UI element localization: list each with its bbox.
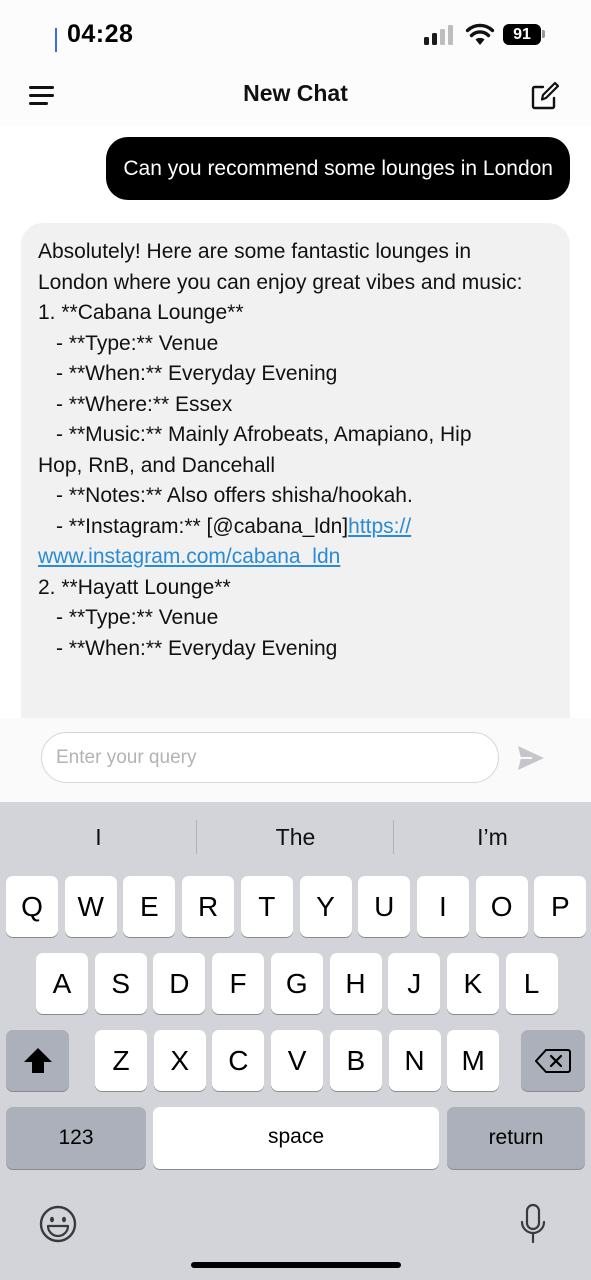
key-i[interactable]: I — [416, 876, 469, 937]
emoji-icon[interactable] — [39, 1205, 77, 1243]
key-h[interactable]: H — [329, 953, 382, 1014]
key-m[interactable]: M — [447, 1030, 500, 1091]
key-f[interactable]: F — [212, 953, 265, 1014]
key-n[interactable]: N — [388, 1030, 441, 1091]
query-input[interactable] — [41, 732, 499, 783]
message-line: - **Instagram:** [@cabana_ldn]https:// — [38, 512, 558, 543]
key-y[interactable]: Y — [299, 876, 352, 937]
key-g[interactable]: G — [270, 953, 323, 1014]
instagram-link[interactable]: www.instagram.com/cabana_ldn — [38, 545, 340, 568]
assistant-message-bubble: Absolutely! Here are some fantastic loun… — [21, 223, 570, 718]
chat-messages[interactable]: Can you recommend some lounges in London… — [0, 126, 591, 718]
battery-nub — [542, 30, 545, 38]
page-title: New Chat — [243, 80, 348, 106]
key-w[interactable]: W — [64, 876, 117, 937]
key-k[interactable]: K — [446, 953, 499, 1014]
text-caret — [55, 28, 57, 52]
space-key[interactable]: space — [153, 1107, 439, 1169]
message-line: 1. **Cabana Lounge** — [38, 301, 244, 324]
message-line: Hop, RnB, and Dancehall — [38, 453, 275, 477]
microphone-icon[interactable] — [519, 1203, 547, 1245]
app-header: New Chat — [0, 66, 591, 126]
message-line: - **Type:** Venue — [56, 606, 219, 629]
instagram-text: - **Instagram:** [@cabana_ldn] — [56, 514, 349, 538]
shift-key[interactable] — [6, 1030, 69, 1091]
key-a[interactable]: A — [36, 953, 88, 1014]
send-icon[interactable] — [516, 744, 546, 772]
user-message-bubble: Can you recommend some lounges in London — [106, 137, 570, 200]
compose-icon[interactable] — [529, 80, 561, 112]
key-j[interactable]: J — [388, 953, 441, 1014]
wifi-icon — [465, 23, 495, 45]
composer-bar — [0, 718, 591, 802]
message-line: London where you can enjoy great vibes a… — [38, 270, 523, 294]
on-screen-keyboard: I The I’m QWERTYUIOP ASDFGHJKL ZXCVBNM 1… — [0, 802, 591, 1280]
key-z[interactable]: Z — [95, 1030, 147, 1091]
key-e[interactable]: E — [123, 876, 176, 937]
message-line: Absolutely! Here are some fantastic loun… — [38, 240, 472, 263]
message-line: 2. **Hayatt Lounge** — [38, 575, 231, 599]
suggestion-2[interactable]: The — [197, 802, 394, 872]
message-line: - **When:** Everyday Evening — [56, 362, 338, 385]
key-d[interactable]: D — [153, 953, 206, 1014]
message-line: - **When:** Everyday Evening — [56, 636, 338, 660]
key-b[interactable]: B — [329, 1030, 382, 1091]
key-c[interactable]: C — [212, 1030, 265, 1091]
key-u[interactable]: U — [358, 876, 411, 937]
status-bar: 04:28 91 — [0, 0, 591, 66]
shift-icon — [23, 1048, 52, 1073]
key-v[interactable]: V — [271, 1030, 324, 1091]
message-line: www.instagram.com/cabana_ldn — [38, 542, 558, 573]
key-p[interactable]: P — [534, 876, 587, 937]
message-line: - **Notes:** Also offers shisha/hookah. — [56, 484, 413, 507]
numbers-key[interactable]: 123 — [6, 1107, 146, 1169]
key-r[interactable]: R — [182, 876, 235, 937]
key-l[interactable]: L — [505, 953, 558, 1014]
message-line: - **Type:** Venue — [56, 331, 219, 355]
key-t[interactable]: T — [240, 876, 293, 937]
message-line: - **Where:** Essex — [56, 392, 233, 416]
cellular-signal-icon — [424, 25, 456, 45]
backspace-icon — [534, 1049, 571, 1073]
key-s[interactable]: S — [94, 953, 147, 1014]
battery-icon: 91 — [503, 24, 541, 45]
suggestion-1[interactable]: I — [0, 802, 197, 872]
home-indicator — [191, 1262, 401, 1268]
status-time: 04:28 — [67, 20, 134, 48]
key-q[interactable]: Q — [6, 876, 58, 937]
suggestion-3[interactable]: I’m — [394, 802, 591, 872]
backspace-key[interactable] — [521, 1030, 585, 1091]
return-key[interactable]: return — [447, 1107, 585, 1169]
instagram-link[interactable]: https:// — [348, 515, 411, 538]
key-o[interactable]: O — [475, 876, 528, 937]
key-x[interactable]: X — [153, 1030, 206, 1091]
message-line: - **Music:** Mainly Afrobeats, Amapiano,… — [56, 423, 472, 446]
